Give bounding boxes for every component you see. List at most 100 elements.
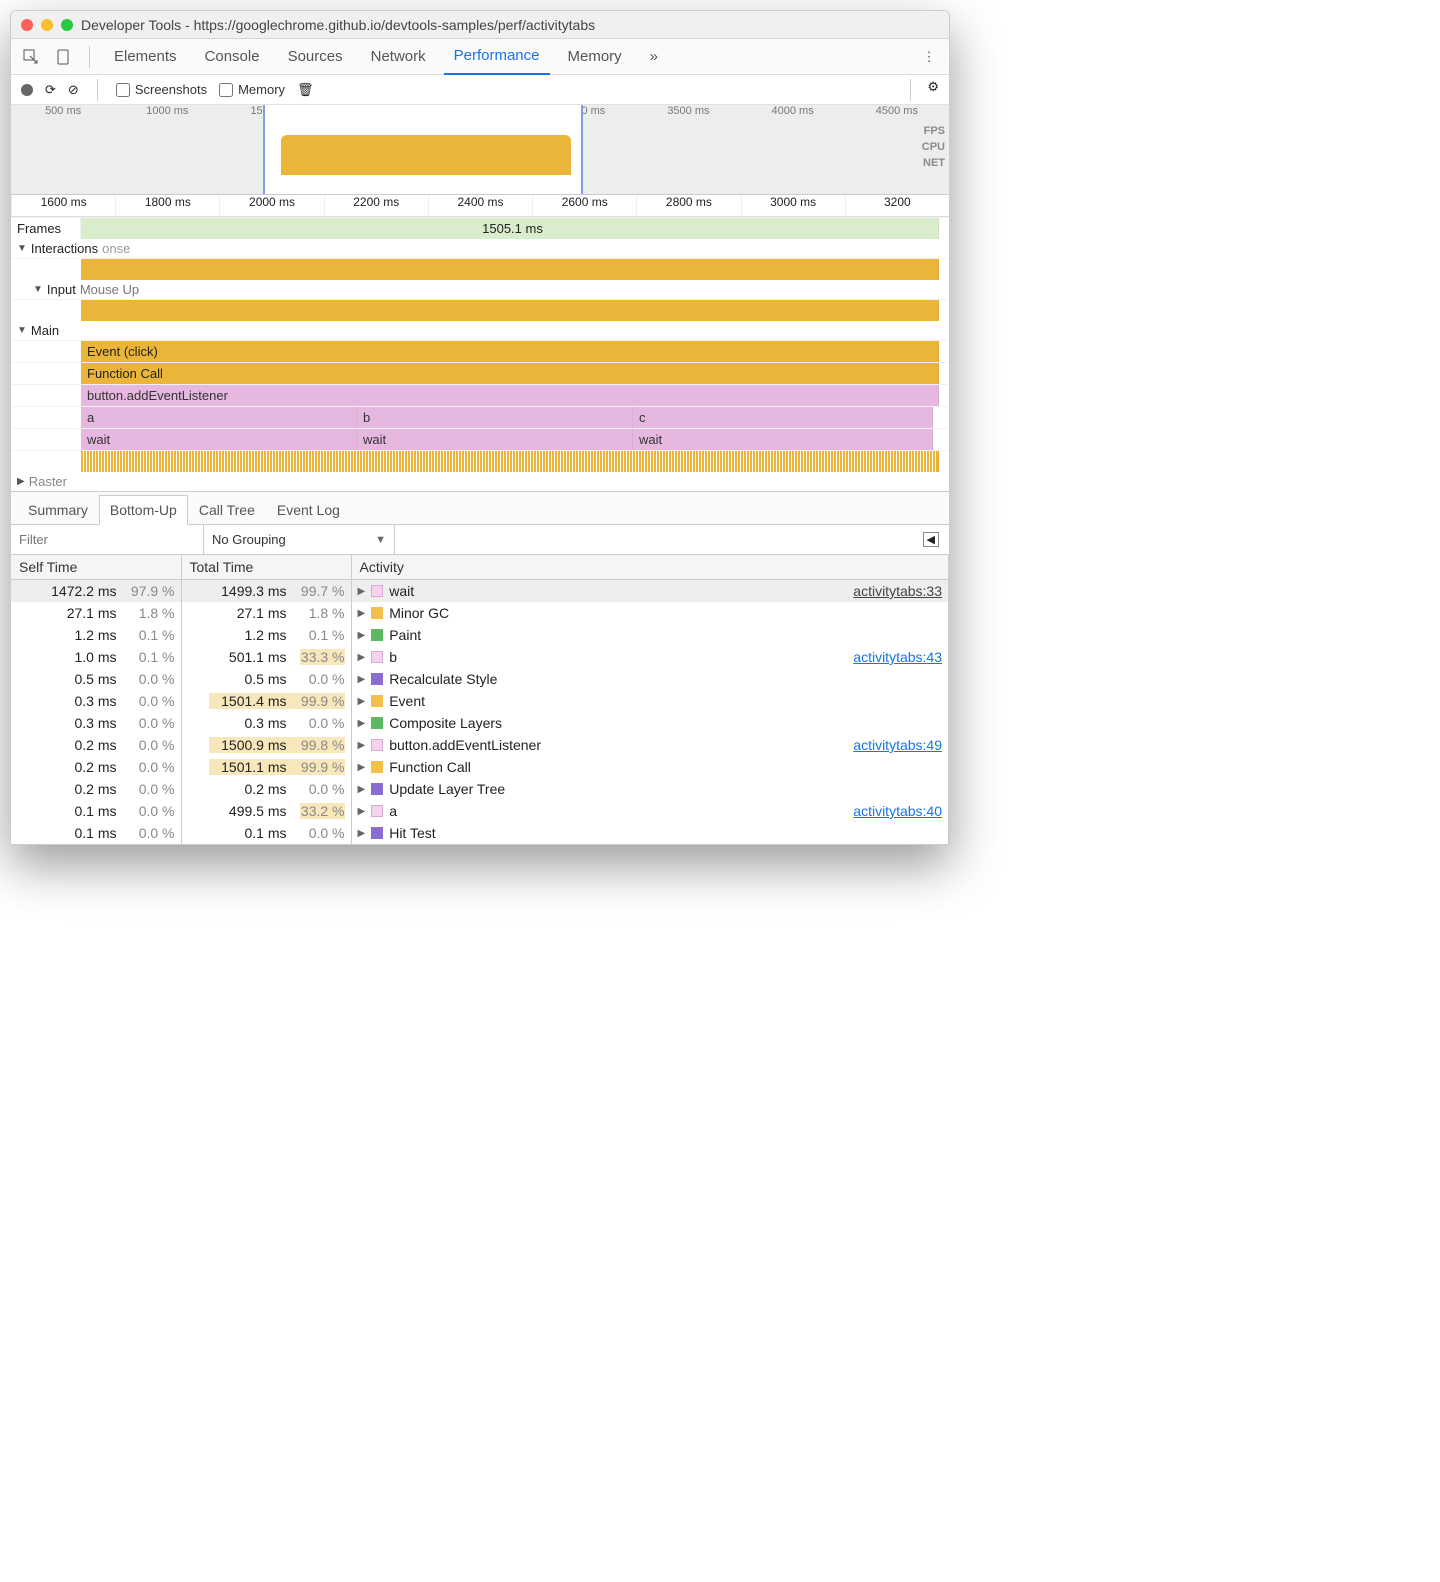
overview-cpu-chart xyxy=(281,135,571,175)
gear-icon[interactable]: ⚙ xyxy=(927,79,939,101)
table-row[interactable]: 1.0 ms0.1 %501.1 ms33.3 %▶bactivitytabs:… xyxy=(11,646,949,668)
activity-name: b xyxy=(389,649,397,665)
chevron-right-icon: ▶ xyxy=(358,608,366,619)
function-call-bar[interactable]: Function Call xyxy=(81,363,939,384)
ruler-tick: 1800 ms xyxy=(115,195,219,216)
overview-tick: 4500 ms xyxy=(845,105,949,121)
titlebar: Developer Tools - https://googlechrome.g… xyxy=(11,11,949,39)
fn-a-bar[interactable]: a xyxy=(81,407,357,428)
input-label: Input xyxy=(47,282,76,297)
input-bar[interactable] xyxy=(81,300,939,321)
frame-bar[interactable]: 1505.1 ms xyxy=(81,218,939,239)
main-header[interactable]: ▼Main xyxy=(11,321,949,340)
tab-performance[interactable]: Performance xyxy=(444,39,550,75)
wait-bar-3[interactable]: wait xyxy=(633,429,933,450)
table-row[interactable]: 0.3 ms0.0 %0.3 ms0.0 %▶Composite Layers xyxy=(11,712,949,734)
ruler-tick: 2800 ms xyxy=(636,195,740,216)
activity-name: a xyxy=(389,803,397,819)
trash-icon[interactable]: 🗑 xyxy=(297,82,314,98)
col-self-time[interactable]: Self Time xyxy=(11,555,181,580)
activity-swatch xyxy=(371,827,383,839)
table-row[interactable]: 1472.2 ms97.9 %1499.3 ms99.7 %▶waitactiv… xyxy=(11,580,949,603)
table-row[interactable]: 0.1 ms0.0 %0.1 ms0.0 %▶Hit Test xyxy=(11,822,949,844)
wait-bar-2[interactable]: wait xyxy=(357,429,633,450)
activity-name: Event xyxy=(389,693,425,709)
device-icon[interactable] xyxy=(51,45,75,69)
grouping-label: No Grouping xyxy=(212,532,286,547)
zoom-icon[interactable] xyxy=(61,19,73,31)
chevron-right-icon: ▶ xyxy=(358,828,366,839)
activity-swatch xyxy=(371,783,383,795)
overview-tick: 4000 ms xyxy=(741,105,845,121)
table-row[interactable]: 0.1 ms0.0 %499.5 ms33.2 %▶aactivitytabs:… xyxy=(11,800,949,822)
col-total-time[interactable]: Total Time xyxy=(181,555,351,580)
activity-swatch xyxy=(371,805,383,817)
collapse-icon[interactable]: ◀ xyxy=(923,532,939,547)
activity-swatch xyxy=(371,695,383,707)
chevron-right-icon: ▶ xyxy=(358,784,366,795)
table-row[interactable]: 0.5 ms0.0 %0.5 ms0.0 %▶Recalculate Style xyxy=(11,668,949,690)
reload-icon[interactable]: ⟳ xyxy=(45,82,56,98)
table-row[interactable]: 0.3 ms0.0 %1501.4 ms99.9 %▶Event xyxy=(11,690,949,712)
kebab-icon[interactable]: ⋮ xyxy=(917,45,941,69)
source-link[interactable]: activitytabs:33 xyxy=(853,583,942,599)
chevron-down-icon: ▼ xyxy=(17,325,27,336)
source-link[interactable]: activitytabs:43 xyxy=(853,649,942,665)
tab-call-tree[interactable]: Call Tree xyxy=(188,495,266,525)
raster-header[interactable]: ▶Raster xyxy=(11,472,949,491)
tab-event-log[interactable]: Event Log xyxy=(266,495,351,525)
filter-row: No Grouping ▼ ◀ xyxy=(11,525,949,555)
source-link[interactable]: activitytabs:49 xyxy=(853,737,942,753)
screenshots-toggle[interactable]: Screenshots xyxy=(116,82,207,97)
perf-toolbar: ⟳ ⊘ Screenshots Memory 🗑 ⚙ xyxy=(11,75,949,105)
source-link[interactable]: activitytabs:40 xyxy=(853,803,942,819)
fps-label: FPS xyxy=(922,123,945,139)
tab-bottom-up[interactable]: Bottom-Up xyxy=(99,495,188,525)
input-header[interactable]: ▼Input Mouse Up xyxy=(11,280,949,299)
tab-elements[interactable]: Elements xyxy=(104,39,187,75)
fn-b-bar[interactable]: b xyxy=(357,407,633,428)
clear-icon[interactable]: ⊘ xyxy=(68,82,79,98)
flame-chart[interactable]: Frames 1505.1 ms ▼Interactions onse ▼Inp… xyxy=(11,217,949,491)
bottom-up-table: Self Time Total Time Activity 1472.2 ms9… xyxy=(11,555,949,844)
activity-swatch xyxy=(371,761,383,773)
interaction-bar[interactable] xyxy=(81,259,939,280)
col-activity[interactable]: Activity xyxy=(351,555,949,580)
tab-memory[interactable]: Memory xyxy=(558,39,632,75)
tab-summary[interactable]: Summary xyxy=(17,495,99,525)
wait-bar-1[interactable]: wait xyxy=(81,429,357,450)
ruler-tick: 1600 ms xyxy=(11,195,115,216)
listener-bar[interactable]: button.addEventListener xyxy=(81,385,939,406)
table-row[interactable]: 1.2 ms0.1 %1.2 ms0.1 %▶Paint xyxy=(11,624,949,646)
chevron-right-icon: ▶ xyxy=(358,630,366,641)
ruler-tick: 2200 ms xyxy=(324,195,428,216)
chevron-right-icon: ▶ xyxy=(358,718,366,729)
activity-name: wait xyxy=(389,583,414,599)
table-row[interactable]: 0.2 ms0.0 %1501.1 ms99.9 %▶Function Call xyxy=(11,756,949,778)
filter-input[interactable] xyxy=(11,525,204,554)
tab-more[interactable]: » xyxy=(640,39,668,75)
chevron-down-icon: ▼ xyxy=(33,284,43,295)
inspect-icon[interactable] xyxy=(19,45,43,69)
separator xyxy=(97,79,98,101)
memory-toggle[interactable]: Memory xyxy=(219,82,285,97)
close-icon[interactable] xyxy=(21,19,33,31)
separator xyxy=(910,79,911,101)
fn-c-bar[interactable]: c xyxy=(633,407,933,428)
overview-strip[interactable]: 500 ms1000 ms1500 ms2000 ms2500 ms3000 m… xyxy=(11,105,949,195)
event-click-bar[interactable]: Event (click) xyxy=(81,341,939,362)
ruler-tick: 2000 ms xyxy=(219,195,323,216)
table-row[interactable]: 0.2 ms0.0 %0.2 ms0.0 %▶Update Layer Tree xyxy=(11,778,949,800)
record-button[interactable] xyxy=(21,84,33,96)
minimize-icon[interactable] xyxy=(41,19,53,31)
grouping-select[interactable]: No Grouping ▼ xyxy=(204,532,394,547)
striped-bar[interactable] xyxy=(81,451,939,472)
tab-sources[interactable]: Sources xyxy=(278,39,353,75)
table-row[interactable]: 27.1 ms1.8 %27.1 ms1.8 %▶Minor GC xyxy=(11,602,949,624)
table-row[interactable]: 0.2 ms0.0 %1500.9 ms99.8 %▶button.addEve… xyxy=(11,734,949,756)
timeline-ruler[interactable]: 1600 ms1800 ms2000 ms2200 ms2400 ms2600 … xyxy=(11,195,949,217)
window-controls xyxy=(21,19,73,31)
interactions-header[interactable]: ▼Interactions onse xyxy=(11,239,949,258)
tab-console[interactable]: Console xyxy=(195,39,270,75)
tab-network[interactable]: Network xyxy=(361,39,436,75)
